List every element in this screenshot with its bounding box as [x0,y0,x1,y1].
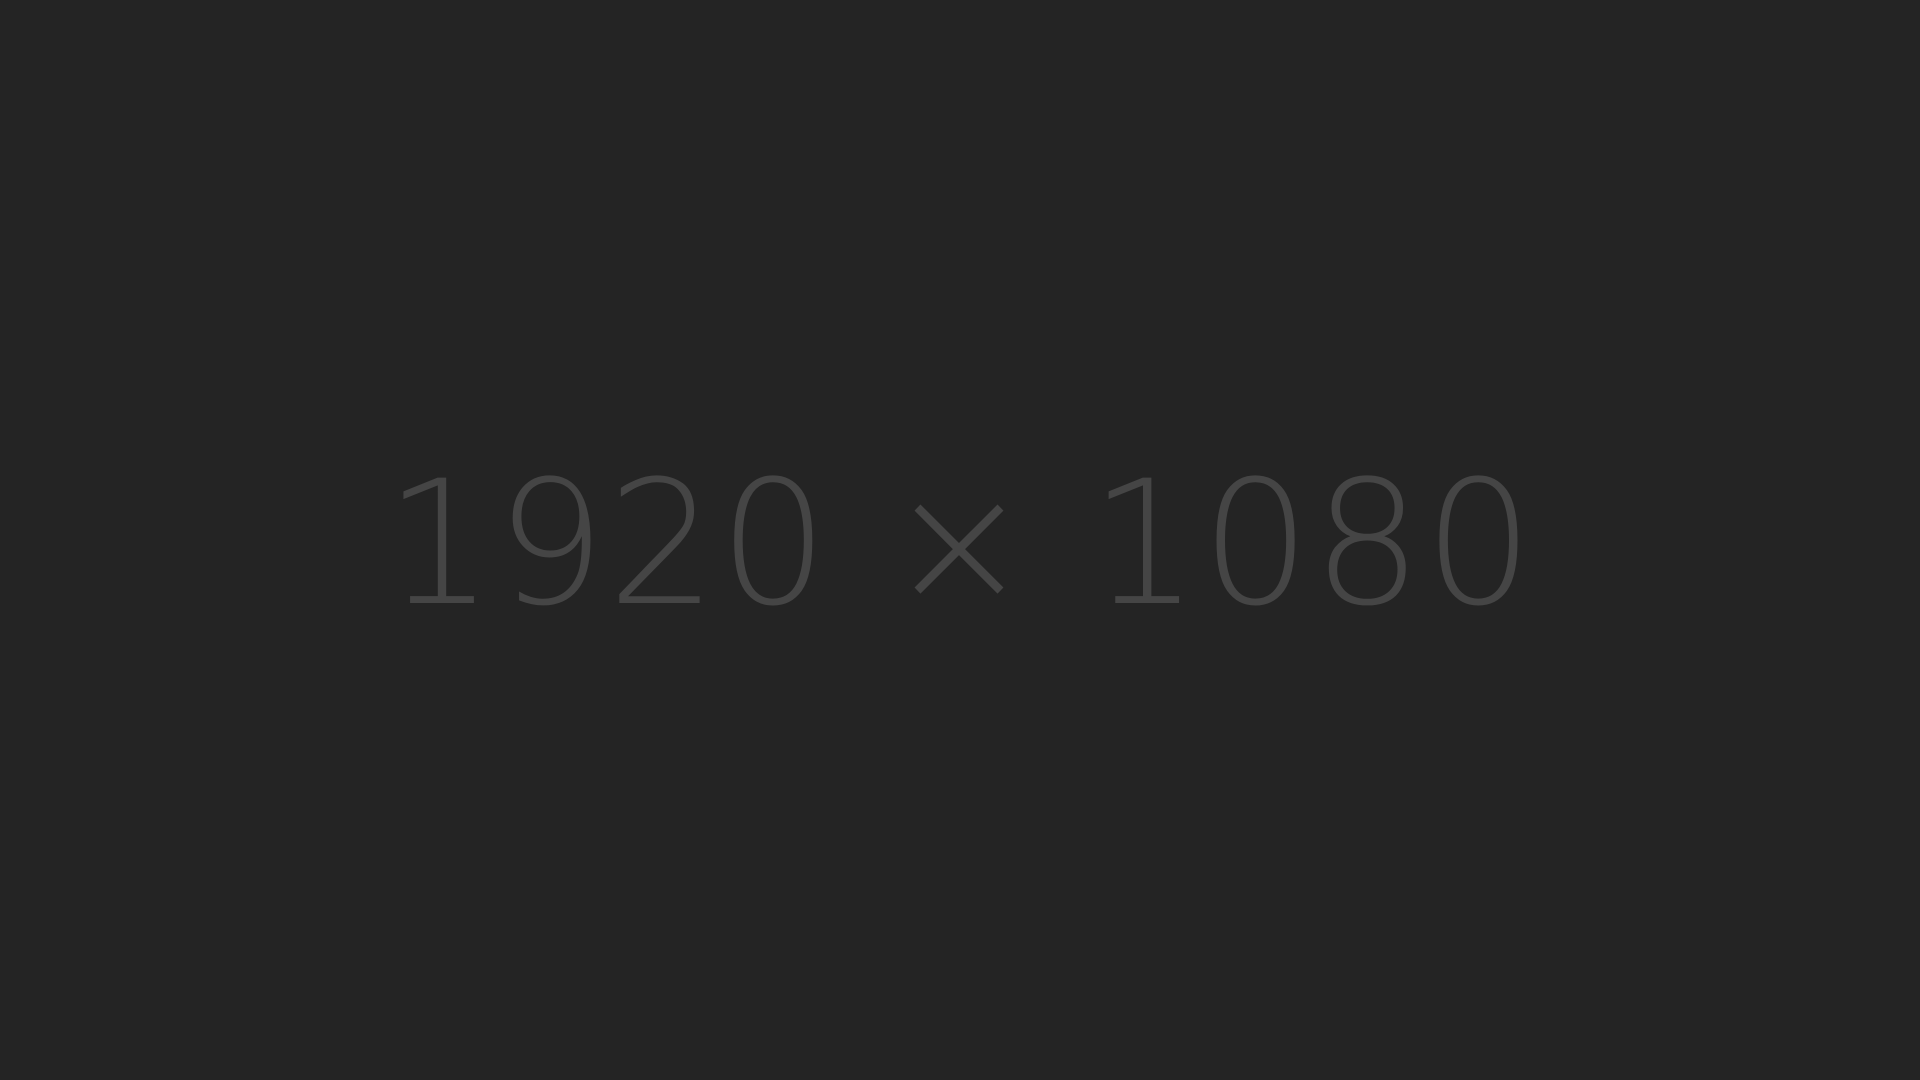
dimension-label: 1920 × 1080 [384,443,1536,644]
placeholder-canvas: 1920 × 1080 [0,0,1920,1080]
